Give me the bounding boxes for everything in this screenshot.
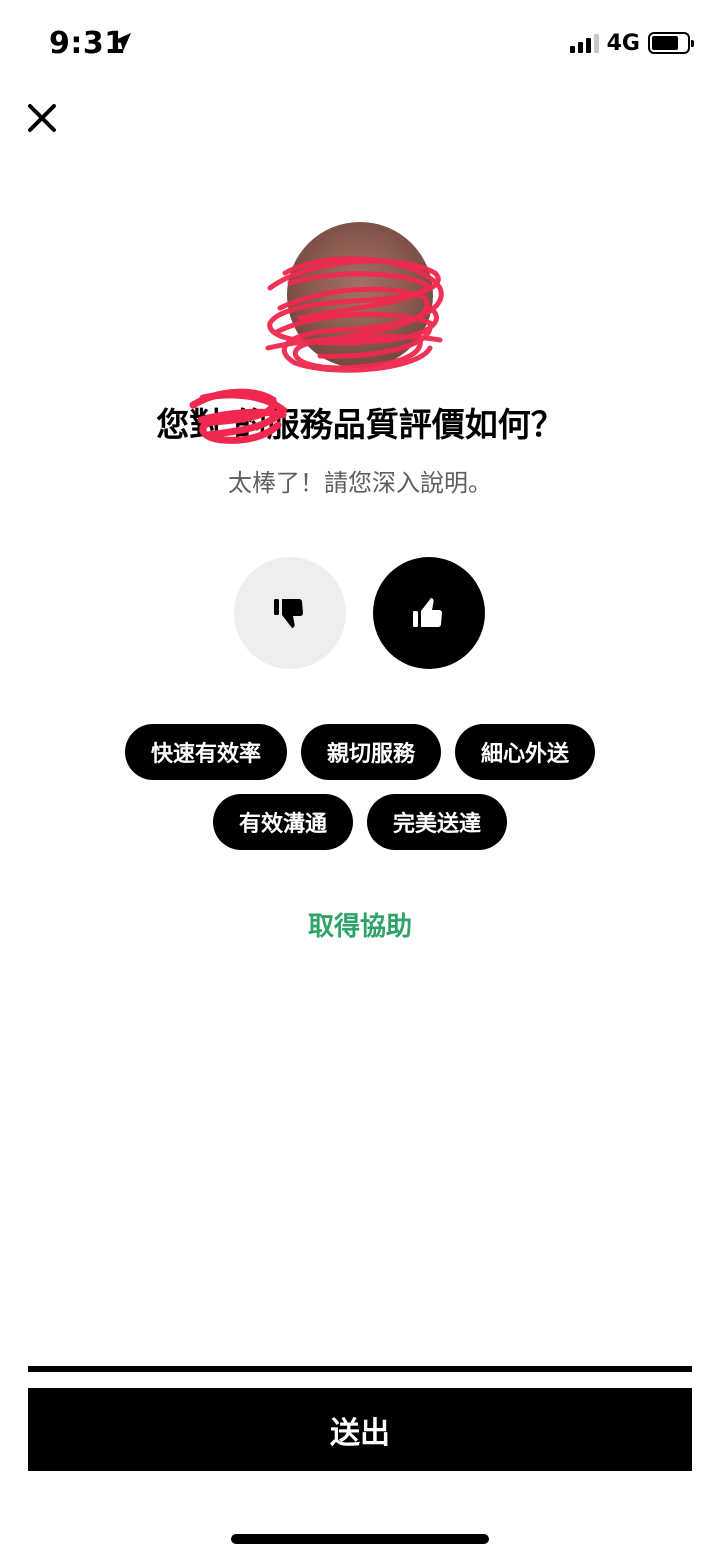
tag-chip[interactable]: 有效溝通 — [212, 794, 353, 850]
location-arrow-icon — [113, 33, 131, 51]
tag-row-1: 快速有效率 親切服務 細心外送 — [0, 724, 720, 780]
submit-button[interactable]: 送出 — [28, 1388, 692, 1471]
network-type: 4G — [606, 30, 640, 56]
get-help-link[interactable]: 取得協助 — [0, 906, 720, 943]
status-bar: 9:31 4G — [0, 0, 720, 90]
page-subtitle: 太棒了！請您深入說明。 — [228, 469, 492, 497]
signal-icon — [569, 33, 599, 53]
tag-chip[interactable]: 快速有效率 — [124, 724, 287, 780]
page-title: 您對 的服務品質評價如何？ — [156, 405, 564, 444]
tag-chip[interactable]: 細心外送 — [455, 724, 596, 780]
redaction-scribble-name — [189, 388, 288, 444]
thumbs-down-button[interactable] — [234, 557, 346, 669]
battery-icon — [648, 32, 694, 54]
thumbs-up-button[interactable] — [373, 557, 485, 669]
redaction-scribble — [265, 256, 444, 373]
thumbs-up-icon — [413, 598, 442, 627]
tag-row-2: 有效溝通 完美送達 — [0, 794, 720, 850]
divider — [28, 1366, 692, 1372]
thumbs-down-icon — [274, 599, 303, 628]
tag-chip[interactable]: 完美送達 — [367, 794, 508, 850]
close-icon[interactable] — [22, 98, 62, 138]
home-indicator[interactable] — [231, 1534, 489, 1544]
tag-chip[interactable]: 親切服務 — [300, 724, 441, 780]
status-indicators: 4G — [569, 30, 694, 56]
